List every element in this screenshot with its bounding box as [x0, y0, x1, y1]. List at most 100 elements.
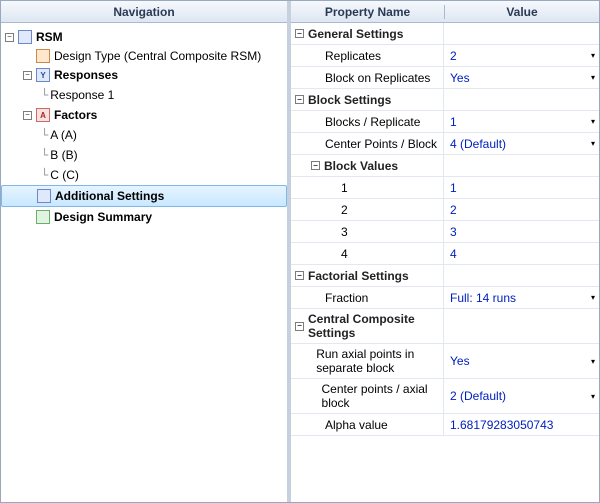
property-section[interactable]: −Block Settings [291, 89, 599, 111]
property-name-label: 1 [341, 178, 348, 198]
collapse-icon[interactable]: − [295, 95, 304, 104]
property-section[interactable]: −Factorial Settings [291, 265, 599, 287]
tree-node-icon: Y [36, 68, 50, 82]
property-value-cell[interactable]: 1 [444, 177, 599, 198]
chevron-down-icon[interactable]: ▾ [583, 51, 595, 60]
property-row: Center points / axial block2 (Default)▾ [291, 379, 599, 414]
property-name-label: 4 [341, 244, 348, 264]
property-value-cell[interactable]: 2 [444, 199, 599, 220]
property-row: 44 [291, 243, 599, 265]
tree-item-label: B (B) [50, 148, 77, 162]
property-row: Run axial points in separate block Yes ▾ [291, 344, 599, 379]
tree-item[interactable]: −RSM [1, 27, 287, 47]
header-value: Value [444, 5, 599, 19]
property-value-cell[interactable]: 1▾ [444, 111, 599, 132]
property-row: 33 [291, 221, 599, 243]
property-name-label: 2 [341, 200, 348, 220]
property-value-cell[interactable]: 4 (Default) ▾ [444, 133, 599, 154]
property-row: Blocks / Replicate1▾ [291, 111, 599, 133]
tree-item-label: Response 1 [50, 88, 114, 102]
property-value-cell[interactable]: Yes ▾ [444, 344, 599, 378]
tree-item[interactable]: └Response 1 [1, 85, 287, 105]
property-name-label: 3 [341, 222, 348, 242]
collapse-icon[interactable]: − [23, 111, 32, 120]
property-name-label: Factorial Settings [308, 266, 409, 286]
property-value-text: 2 [450, 49, 457, 63]
tree-item-label: Factors [54, 108, 97, 122]
properties-panel: Property Name Value −General SettingsRep… [291, 1, 599, 502]
property-name-label: General Settings [308, 24, 403, 44]
property-value-cell[interactable]: 3 [444, 221, 599, 242]
chevron-down-icon[interactable]: ▾ [583, 293, 595, 302]
collapse-icon[interactable]: − [295, 29, 304, 38]
navigation-header: Navigation [1, 1, 287, 23]
header-property-name: Property Name [291, 5, 444, 19]
property-value-text: Full: 14 runs [450, 291, 516, 305]
property-section[interactable]: −General Settings [291, 23, 599, 45]
property-value-cell [444, 309, 599, 343]
property-value-text: Yes [450, 71, 470, 85]
tree-item[interactable]: Design Summary [1, 207, 287, 227]
tree-node-icon [36, 49, 50, 63]
collapse-icon[interactable]: − [5, 33, 14, 42]
chevron-down-icon[interactable]: ▾ [583, 139, 595, 148]
tree-node-icon [37, 189, 51, 203]
property-value-cell[interactable]: 2 (Default)▾ [444, 379, 599, 413]
tree-item-label: Design Summary [54, 210, 152, 224]
property-value-text: 3 [450, 225, 457, 239]
tree-item[interactable]: Additional Settings [1, 185, 287, 207]
property-name-label: Block Settings [308, 90, 391, 110]
chevron-down-icon[interactable]: ▾ [583, 117, 595, 126]
property-value-text: 1.68179283050743 [450, 418, 553, 432]
property-value-text: Yes [450, 354, 470, 368]
property-value-cell [444, 265, 599, 286]
property-row: Alpha value 1.68179283050743 [291, 414, 599, 436]
chevron-down-icon[interactable]: ▾ [583, 357, 595, 366]
property-section[interactable]: −Block Values [291, 155, 599, 177]
property-name-label: Block on Replicates [325, 68, 430, 88]
property-row: Fraction Full: 14 runs ▾ [291, 287, 599, 309]
property-value-cell[interactable]: Yes ▾ [444, 67, 599, 88]
property-value-cell[interactable]: Full: 14 runs ▾ [444, 287, 599, 308]
property-value-cell[interactable]: 4 [444, 243, 599, 264]
navigation-panel: Navigation −RSM Design Type (Central Comp… [1, 1, 291, 502]
property-value-text: 4 (Default) [450, 137, 506, 151]
property-row: Center Points / Block 4 (Default) ▾ [291, 133, 599, 155]
property-value-cell[interactable]: 1.68179283050743 [444, 414, 599, 435]
collapse-icon[interactable]: − [295, 271, 304, 280]
property-section[interactable]: −Central Composite Settings [291, 309, 599, 344]
navigation-tree[interactable]: −RSM Design Type (Central Composite RSM) −… [1, 23, 287, 502]
property-name-label: Replicates [325, 46, 381, 66]
property-name-label: Alpha value [325, 415, 388, 435]
collapse-icon[interactable]: − [23, 71, 32, 80]
property-value-text: 2 [450, 203, 457, 217]
tree-item-label: C (C) [50, 168, 79, 182]
property-name-label: Center points / axial block [322, 379, 443, 413]
property-name-label: Central Composite Settings [308, 309, 443, 343]
tree-item[interactable]: −YResponses [1, 65, 287, 85]
property-name-label: Blocks / Replicate [325, 112, 420, 132]
navigation-header-label: Navigation [113, 5, 174, 19]
chevron-down-icon[interactable]: ▾ [583, 73, 595, 82]
property-name-label: Fraction [325, 288, 368, 308]
tree-elbow: └ [41, 148, 48, 162]
tree-item[interactable]: −A Factors [1, 105, 287, 125]
tree-item[interactable]: └A (A) [1, 125, 287, 145]
tree-item[interactable]: Design Type (Central Composite RSM) [1, 47, 287, 65]
collapse-icon[interactable]: − [295, 322, 304, 331]
tree-item[interactable]: └B (B) [1, 145, 287, 165]
property-row: 22 [291, 199, 599, 221]
tree-node-icon: A [36, 108, 50, 122]
tree-item-label: Design Type (Central Composite RSM) [54, 49, 261, 63]
property-value-text: 1 [450, 115, 457, 129]
tree-item-label: A (A) [50, 128, 77, 142]
app-root: Navigation −RSM Design Type (Central Comp… [0, 0, 600, 503]
property-name-label: Center Points / Block [325, 134, 437, 154]
tree-item[interactable]: └C (C) [1, 165, 287, 185]
chevron-down-icon[interactable]: ▾ [583, 392, 595, 401]
property-value-cell[interactable]: 2▾ [444, 45, 599, 66]
properties-body[interactable]: −General SettingsReplicates2▾Block on Re… [291, 23, 599, 502]
property-name-label: Run axial points in separate block [316, 344, 443, 378]
property-value-cell [444, 89, 599, 110]
collapse-icon[interactable]: − [311, 161, 320, 170]
